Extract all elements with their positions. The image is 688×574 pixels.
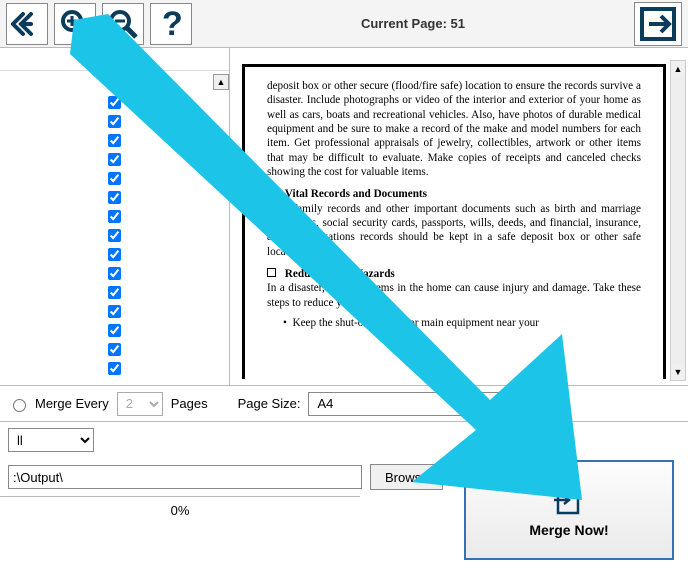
help-button[interactable]: ? xyxy=(150,3,192,45)
zoom-out-button[interactable] xyxy=(102,3,144,45)
pages-label: Pages xyxy=(171,396,208,411)
page-merge-checkbox[interactable] xyxy=(108,77,121,90)
list-item[interactable] xyxy=(108,150,213,169)
page-merge-checkbox[interactable] xyxy=(108,153,121,166)
page-merge-checkbox[interactable] xyxy=(108,172,121,185)
merge-every-radio-input[interactable] xyxy=(13,399,26,412)
page-merge-checkbox[interactable] xyxy=(108,96,121,109)
page-merge-checkbox[interactable] xyxy=(108,115,121,128)
list-item[interactable] xyxy=(108,321,213,340)
output-path-input[interactable] xyxy=(8,465,362,489)
page-checkbox-list[interactable] xyxy=(0,74,213,385)
list-item[interactable] xyxy=(108,93,213,112)
list-item[interactable] xyxy=(108,74,213,93)
page-merge-checkbox[interactable] xyxy=(108,286,121,299)
merge-every-label: Merge Every xyxy=(35,396,109,411)
scroll-up-button[interactable]: ▲ xyxy=(213,74,229,90)
page-merge-checkbox[interactable] xyxy=(108,229,121,242)
merge-column-header: Merge xyxy=(0,48,229,71)
page-merge-checkbox[interactable] xyxy=(108,134,121,147)
back-icon xyxy=(11,10,43,38)
page-size-label: Page Size: xyxy=(238,396,301,411)
list-item[interactable] xyxy=(108,131,213,150)
list-item[interactable] xyxy=(108,264,213,283)
scroll-down-icon[interactable]: ▼ xyxy=(671,364,685,380)
page-merge-checkbox[interactable] xyxy=(108,191,121,204)
merge-now-label: Merge Now! xyxy=(529,522,608,538)
format-select[interactable]: ll xyxy=(8,428,94,452)
list-item[interactable] xyxy=(108,245,213,264)
merge-icon xyxy=(552,482,586,516)
merge-every-select[interactable]: 2 xyxy=(117,392,163,416)
list-item[interactable] xyxy=(108,226,213,245)
browse-button[interactable]: Browse xyxy=(370,464,443,490)
list-item[interactable] xyxy=(108,169,213,188)
list-item[interactable] xyxy=(108,188,213,207)
zoom-in-button[interactable] xyxy=(54,3,96,45)
help-icon: ? xyxy=(158,7,184,41)
preview-sec2-title: Vital Records and Documents xyxy=(285,188,427,200)
page-merge-checkbox[interactable] xyxy=(108,267,121,280)
list-item[interactable] xyxy=(108,112,213,131)
page-preview: deposit box or other secure (flood/fire … xyxy=(242,64,666,379)
zoom-in-icon xyxy=(59,8,91,40)
back-button[interactable] xyxy=(6,3,48,45)
svg-text:?: ? xyxy=(162,7,183,41)
page-list-pane: Merge ▲ xyxy=(0,48,230,385)
page-size-select[interactable]: A4 xyxy=(308,392,558,416)
list-item[interactable] xyxy=(108,283,213,302)
exit-icon xyxy=(639,6,677,42)
preview-bullet-1: Keep the shut-off switch for main equipm… xyxy=(293,317,539,329)
preview-scrollbar[interactable]: ▲ ▼ xyxy=(670,60,686,381)
list-item[interactable] xyxy=(108,207,213,226)
preview-sec2-body: Vital family records and other important… xyxy=(267,203,641,258)
page-merge-checkbox[interactable] xyxy=(108,248,121,261)
exit-button[interactable] xyxy=(634,2,682,46)
scroll-up-icon[interactable]: ▲ xyxy=(671,61,685,77)
page-merge-checkbox[interactable] xyxy=(108,362,121,375)
page-merge-checkbox[interactable] xyxy=(108,210,121,223)
page-merge-checkbox[interactable] xyxy=(108,343,121,356)
merge-every-radio[interactable]: Merge Every xyxy=(8,396,109,412)
checkbox-glyph-icon xyxy=(267,188,276,197)
page-merge-checkbox[interactable] xyxy=(108,305,121,318)
list-item[interactable] xyxy=(108,340,213,359)
zoom-out-icon xyxy=(107,8,139,40)
checkbox-glyph-icon xyxy=(267,268,276,277)
page-merge-checkbox[interactable] xyxy=(108,324,121,337)
list-item[interactable] xyxy=(108,302,213,321)
preview-para-1: deposit box or other secure (flood/fire … xyxy=(267,79,641,179)
preview-sec3-body: In a disaster, ordinary items in the hom… xyxy=(267,282,641,308)
merge-now-button[interactable]: Merge Now! xyxy=(464,460,674,560)
preview-sec3-title: Reduce Home Hazards xyxy=(285,268,395,280)
current-page-label: Current Page: 51 xyxy=(198,16,628,31)
list-item[interactable] xyxy=(108,359,213,378)
progress-label: 0% xyxy=(171,503,190,518)
